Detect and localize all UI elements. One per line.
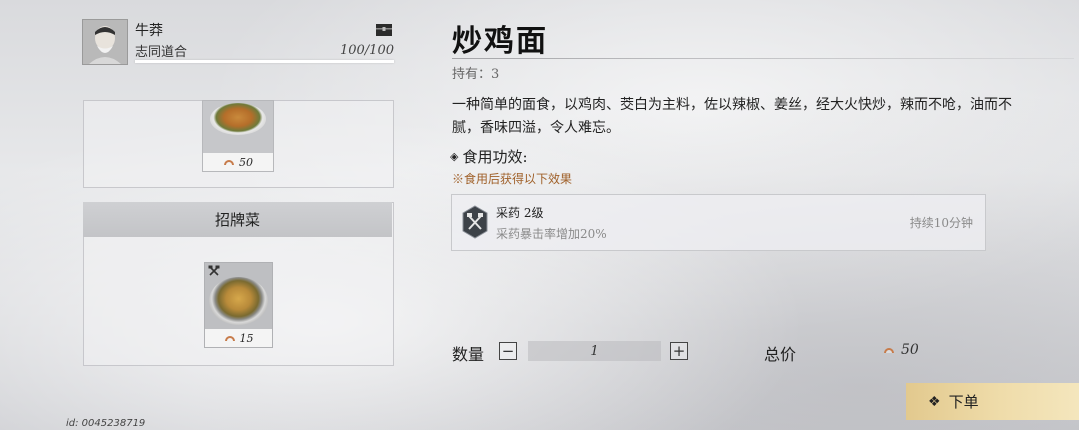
herb-tool-icon (208, 265, 220, 276)
effect-description: 采药暴击率增加20% (496, 227, 607, 241)
effect-heading-text: 食用功效: (462, 148, 528, 166)
dish-price-value: 15 (239, 331, 254, 345)
user-id: id: 0045238719 (66, 418, 146, 429)
effect-note: ※食用后获得以下效果 (452, 172, 573, 186)
total-price-value: 50 (901, 342, 919, 358)
effect-heading: ◈ 食用功效: (450, 146, 528, 167)
dish-price: 15 (205, 329, 272, 347)
coin-icon (224, 335, 235, 341)
dish-image (209, 277, 268, 325)
total-price-label: 总价 (764, 345, 797, 364)
decrease-quantity-button[interactable]: − (499, 342, 517, 360)
effect-duration: 持续10分钟 (909, 216, 973, 230)
featured-dish-card[interactable]: 15 (204, 262, 273, 348)
owned-count: 持有：3 (452, 67, 500, 82)
dish-price-value: 50 (239, 155, 253, 169)
total-price: 50 (883, 342, 919, 358)
chest-icon[interactable] (375, 22, 393, 36)
diamond-icon: ❖ (928, 393, 941, 410)
dish-card[interactable]: 50 (202, 100, 274, 172)
coin-icon (224, 159, 234, 165)
effect-name: 采药 2级 (496, 206, 544, 220)
dish-image (210, 103, 266, 135)
section-title: 招牌菜 (83, 202, 392, 237)
coin-icon (884, 347, 894, 353)
diamond-icon: ◈ (450, 150, 459, 163)
title-divider (452, 58, 1074, 59)
item-title: 炒鸡面 (452, 24, 548, 59)
item-description: 一种简单的面食，以鸡肉、茭白为主料，佐以辣椒、姜丝，经大火快炒，辣而不呛，油而不… (452, 97, 1012, 136)
inventory-count: 100/100 (339, 43, 394, 58)
place-order-label: 下单 (948, 393, 979, 411)
avatar[interactable] (82, 19, 128, 65)
quantity-label: 数量 (452, 345, 485, 364)
player-title: 志同道合 (135, 45, 188, 60)
player-name: 牛莽 (135, 23, 163, 39)
dish-price: 50 (203, 153, 273, 171)
quantity-input[interactable]: 1 (528, 341, 661, 361)
affinity-progress-bar (135, 60, 394, 63)
herb-tool-icon (462, 205, 488, 239)
place-order-button[interactable]: ❖ 下单 (906, 383, 1079, 420)
increase-quantity-button[interactable]: + (670, 342, 688, 360)
